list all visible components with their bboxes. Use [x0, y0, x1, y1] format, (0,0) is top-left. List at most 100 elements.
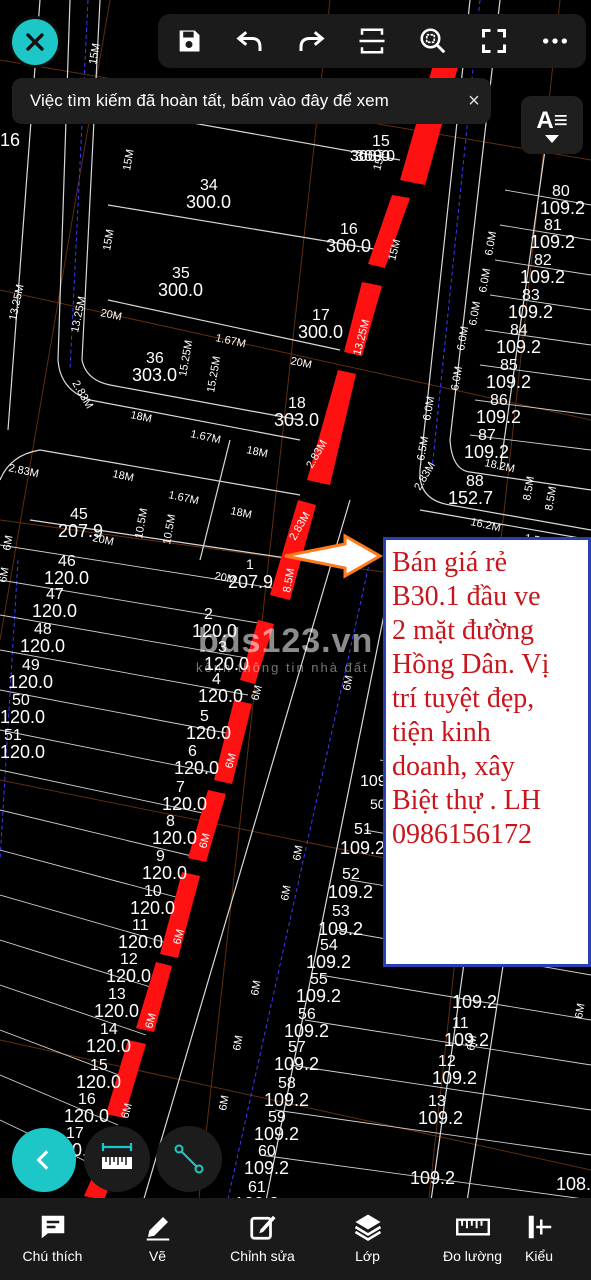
map-label: 303.0: [132, 365, 177, 385]
map-label: 109.2: [476, 407, 521, 427]
sale-callout-box: Bán giá rẻ B30.1 đầu ve 2 mặt đường Hồng…: [383, 537, 591, 967]
close-button[interactable]: [12, 19, 58, 65]
map-label: 120.0: [174, 758, 219, 778]
ruler-measure-icon: [101, 1143, 133, 1169]
map-label: 109.2: [410, 1168, 455, 1188]
map-label: 109.2: [486, 372, 531, 392]
top-toolbar: [158, 14, 586, 68]
map-label: 109.2: [318, 919, 363, 939]
map-label: 109.2: [296, 986, 341, 1006]
layers-icon: [354, 1214, 381, 1241]
map-label: 109.2: [284, 1021, 329, 1041]
measure-tab[interactable]: Đo lường: [420, 1198, 525, 1280]
map-label: 120.0: [0, 742, 45, 762]
map-label: 120.0: [142, 863, 187, 883]
map-label: 120.0: [118, 932, 163, 952]
map-label: 120.0: [20, 636, 65, 656]
zoom-fit-button[interactable]: [411, 19, 455, 63]
map-label: 109.2: [452, 992, 497, 1012]
save-icon: [179, 30, 200, 52]
map-label: 109.2: [540, 198, 585, 218]
edit-icon: [249, 1215, 275, 1240]
map-label: 109.2: [432, 1068, 477, 1088]
callout-line: tiện kinh: [392, 717, 491, 748]
measure-tab-label: Đo lường: [442, 1248, 503, 1264]
layers-tab[interactable]: Lớp: [315, 1198, 420, 1280]
map-label: 120.0: [186, 723, 231, 743]
text-style-icon: A≡: [536, 107, 568, 134]
watermark-subtitle: kênh thông tin nhà đất: [196, 660, 369, 675]
callout-line: B30.1 đầu ve: [392, 581, 541, 612]
style-tab-label: Kiểu: [525, 1248, 554, 1264]
style-icon: [528, 1215, 552, 1239]
edit-tab[interactable]: Chỉnh sửa: [210, 1198, 315, 1280]
style-tab[interactable]: Kiểu: [525, 1198, 591, 1280]
save-button[interactable]: [167, 19, 211, 63]
fullscreen-icon: [482, 28, 507, 54]
map-label: 109.2: [520, 267, 565, 287]
undo-button[interactable]: [228, 19, 272, 63]
watermark: bds123.vn: [198, 622, 374, 660]
zoom-fit-icon: [420, 28, 446, 54]
measure-distance-button[interactable]: [84, 1126, 150, 1192]
more-button[interactable]: [533, 19, 577, 63]
map-label: 120.0: [198, 686, 243, 706]
map-label: 109.2: [328, 882, 373, 902]
callout-line: 2 mặt đường: [392, 615, 534, 646]
chevron-left-icon: [36, 1150, 49, 1170]
draw-line-button[interactable]: [156, 1126, 222, 1192]
callout-line: 0986156172: [392, 819, 532, 850]
search-complete-banner[interactable]: Việc tìm kiếm đã hoàn tất, bấm vào đây đ…: [12, 78, 491, 124]
map-label: 120.0: [8, 672, 53, 692]
map-label: 109.2: [264, 1090, 309, 1110]
map-label: 53: [332, 903, 350, 920]
crop-button[interactable]: [350, 19, 394, 63]
map-label: 120.0: [94, 1001, 139, 1021]
close-icon: [26, 33, 44, 51]
map-label: 16: [0, 130, 20, 150]
map-label: 120.0: [106, 966, 151, 986]
layers-tab-label: Lớp: [355, 1248, 380, 1264]
line-tool-icon: [174, 1144, 204, 1174]
map-label: 120.0: [76, 1072, 121, 1092]
map-label: 300.0: [158, 280, 203, 300]
redo-button[interactable]: [289, 19, 333, 63]
map-label: 108.0: [556, 1174, 591, 1194]
map-label: 109.2: [530, 232, 575, 252]
banner-text: Việc tìm kiếm đã hoàn tất, bấm vào đây đ…: [30, 91, 389, 110]
callout-line: doanh, xây: [392, 751, 515, 782]
comment-icon: [41, 1215, 64, 1239]
callout-line: Bán giá rẻ: [392, 547, 508, 578]
map-label: 120.0: [44, 568, 89, 588]
fullscreen-button[interactable]: [472, 19, 516, 63]
text-style-button[interactable]: A≡: [521, 96, 583, 154]
map-label: 109.2: [254, 1124, 299, 1144]
edit-tab-label: Chỉnh sửa: [230, 1248, 295, 1264]
bottom-tool-bar: Chú thích Vẽ Chỉnh sửa Lớp Đo lường Kiểu: [0, 1198, 591, 1280]
map-label: 120.0: [86, 1036, 131, 1056]
draw-tab[interactable]: Vẽ: [105, 1198, 210, 1280]
banner-close-button[interactable]: ×: [457, 90, 491, 113]
map-label: 120.0: [64, 1106, 109, 1126]
map-label: 300.0: [326, 236, 371, 256]
map-label: 300.0: [298, 322, 343, 342]
ruler-icon: [455, 1218, 490, 1236]
callout-line: Biệt thự . LH: [392, 785, 541, 816]
pencil-icon: [146, 1217, 169, 1241]
map-label: 1: [246, 556, 254, 572]
map-label: 109.2: [508, 302, 553, 322]
annotation-tab-label: Chú thích: [22, 1248, 83, 1264]
back-button[interactable]: [12, 1128, 76, 1192]
map-label: 120.0: [152, 828, 197, 848]
map-label: 300.0: [186, 192, 231, 212]
map-label: 109.2: [244, 1158, 289, 1178]
draw-tab-label: Vẽ: [148, 1248, 167, 1264]
map-label: 152.7: [448, 488, 493, 508]
map-label: 303.0: [274, 410, 319, 430]
map-label: 120.0: [130, 898, 175, 918]
chevron-down-icon: [545, 135, 559, 143]
annotation-tab[interactable]: Chú thích: [0, 1198, 105, 1280]
map-label: 109.2: [418, 1108, 463, 1128]
callout-line: trí tuyệt đẹp,: [392, 683, 535, 714]
map-label: 120.0: [162, 794, 207, 814]
